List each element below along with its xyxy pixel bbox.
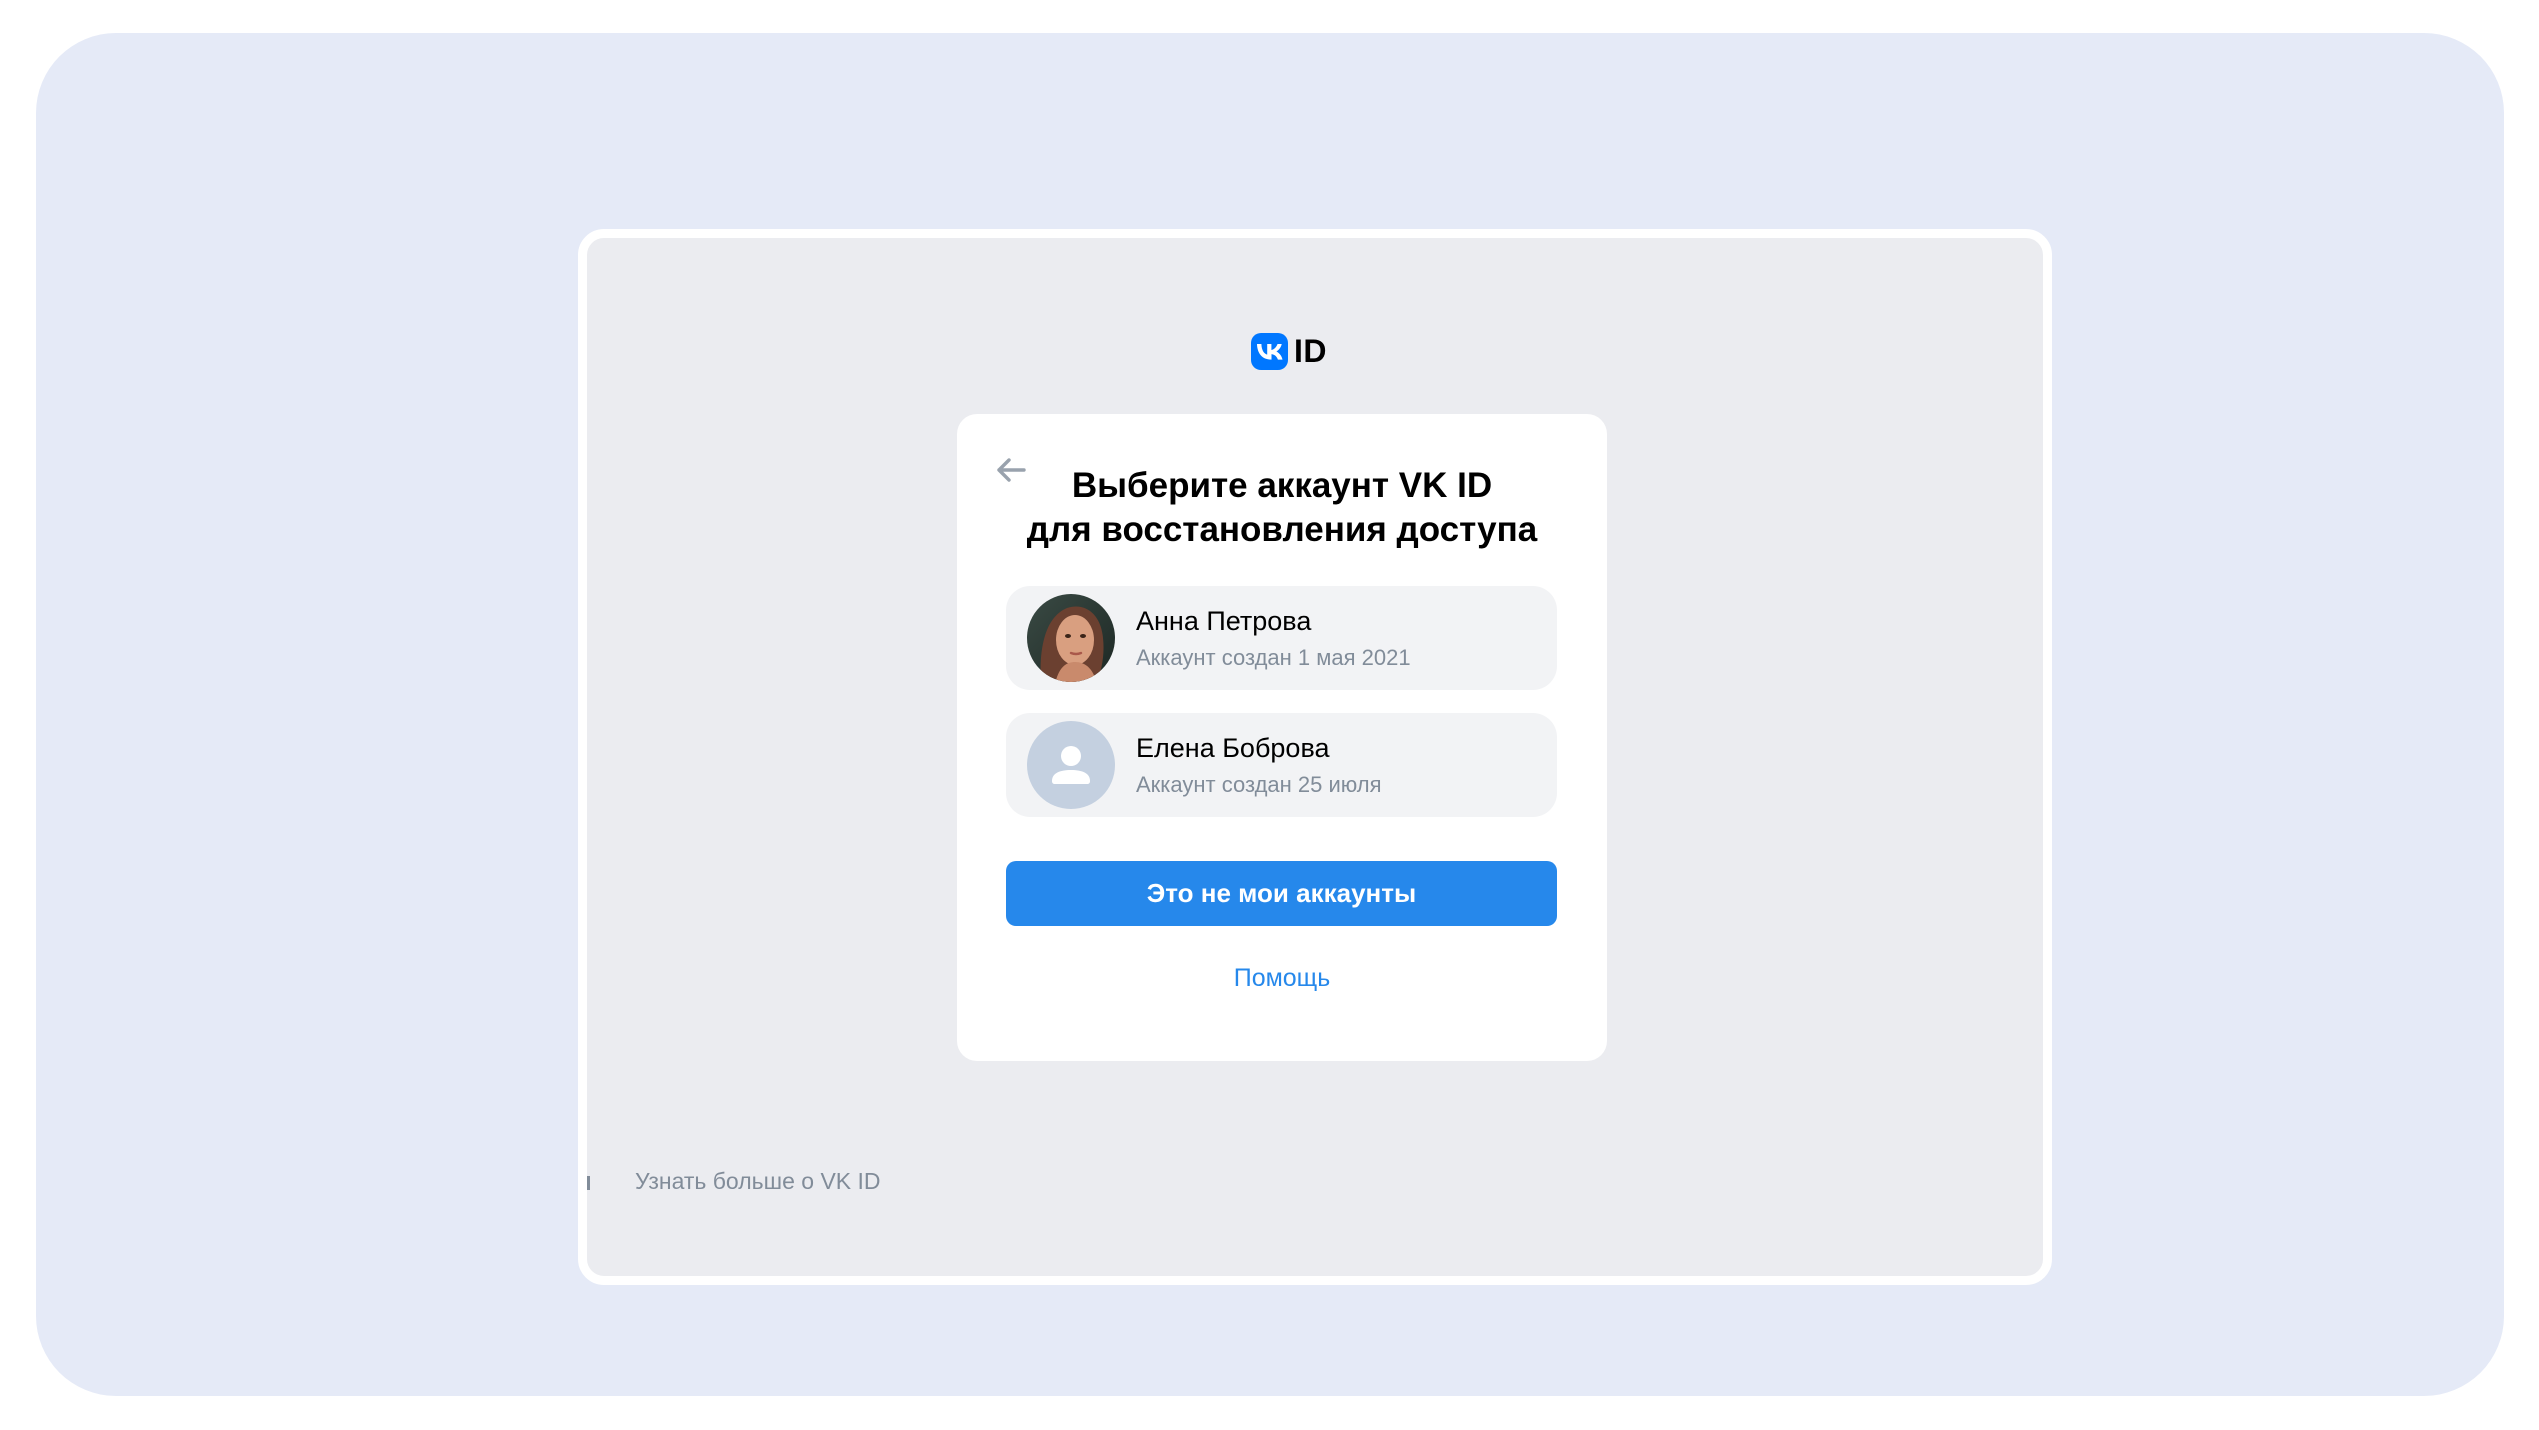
not-my-accounts-button[interactable]: Это не мои аккаунты [1006,861,1557,926]
browser-frame: ID Выберите аккаунт VK ID для восстановл… [578,229,2052,1285]
vk-logo-icon [1251,333,1288,370]
avatar [1027,721,1115,809]
footer-divider [587,1175,590,1190]
account-item-elena[interactable]: Елена Боброва Аккаунт создан 25 июля [1006,713,1557,817]
page-background: ID Выберите аккаунт VK ID для восстановл… [36,33,2504,1396]
help-link[interactable]: Помощь [957,964,1607,993]
vk-id-logo: ID [1251,333,1327,370]
account-name: Анна Петрова [1136,606,1312,636]
learn-more-link[interactable]: Узнать больше о VK ID [635,1168,881,1194]
footer: Узнать больше о VK ID [587,1168,881,1195]
page-title: Выберите аккаунт VK ID для восстановлени… [957,464,1607,552]
account-select-card: Выберите аккаунт VK ID для восстановлени… [957,414,1607,1061]
account-item-anna[interactable]: Анна Петрова Аккаунт создан 1 мая 2021 [1006,586,1557,690]
logo-text: ID [1294,333,1327,369]
avatar [1027,594,1115,682]
account-created-date: Аккаунт создан 25 июля [1136,772,1382,797]
account-name: Елена Боброва [1136,733,1330,763]
title-line-2: для восстановления доступа [1026,510,1538,549]
title-line-1: Выберите аккаунт VK ID [1071,466,1493,505]
account-created-date: Аккаунт создан 1 мая 2021 [1136,645,1411,670]
